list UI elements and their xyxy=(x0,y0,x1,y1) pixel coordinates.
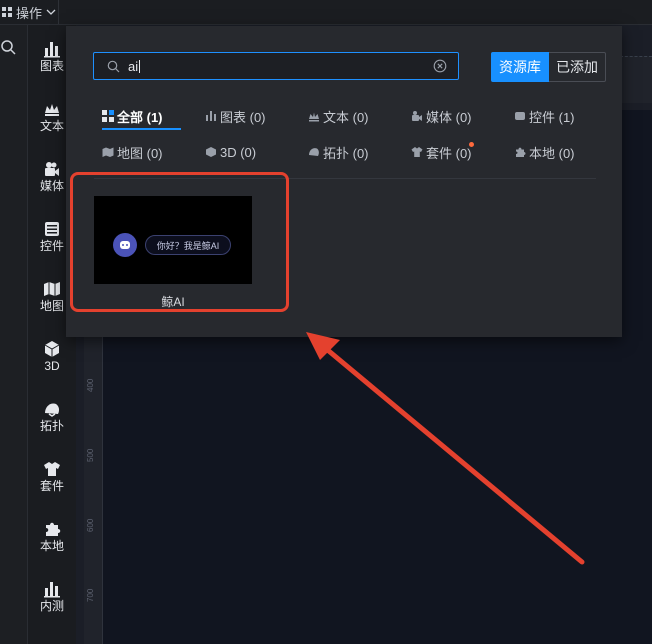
tab-local[interactable]: 本地 (0) xyxy=(514,143,575,161)
rail-item-beta[interactable]: 内测 xyxy=(28,577,76,629)
rail-item-local[interactable]: 本地 xyxy=(28,517,76,569)
crown-text-icon xyxy=(45,104,59,116)
ruler-label: 600 xyxy=(86,518,95,532)
tab-map[interactable]: 地图 (0) xyxy=(102,143,163,161)
rail-item-3d[interactable]: 3D xyxy=(28,337,76,389)
notification-dot xyxy=(469,142,474,147)
tab-kit[interactable]: 套件 (0) xyxy=(411,143,472,161)
tab-topology[interactable]: 拓扑 (0) xyxy=(308,143,369,161)
library-button[interactable]: 资源库 xyxy=(491,52,549,82)
chevron-down-icon xyxy=(46,9,56,15)
ruler-label: 700 xyxy=(86,588,95,602)
rail-item-kit[interactable]: 套件 xyxy=(28,457,76,509)
tab-label: 文本 (0) xyxy=(323,109,369,125)
annotation-arrow-icon xyxy=(306,332,585,565)
rail-item-label: 套件 xyxy=(39,479,64,493)
rail-item-label: 文本 xyxy=(39,119,64,133)
shirt-icon xyxy=(44,462,60,476)
tab-control[interactable]: 控件 (1) xyxy=(514,107,575,125)
bar-chart-icon xyxy=(44,582,60,598)
tab-label: 全部 (1) xyxy=(117,109,163,125)
tab-all[interactable]: 全部 (1) xyxy=(102,107,163,125)
grid-icon xyxy=(2,7,12,17)
search-input[interactable]: ai xyxy=(93,52,459,80)
ruler-label: 500 xyxy=(86,448,95,462)
topology-icon xyxy=(309,148,319,156)
media-icon xyxy=(412,111,422,121)
rail-item-label: 内测 xyxy=(39,599,64,613)
tab-label: 套件 (0) xyxy=(426,145,472,161)
operation-menu[interactable]: 操作 xyxy=(0,0,59,24)
rail-item-label: 拓扑 xyxy=(39,419,64,433)
tab-label: 地图 (0) xyxy=(117,145,163,161)
top-bar: 操作 xyxy=(0,0,652,25)
vertical-ruler: 400 500 600 700 xyxy=(84,330,103,644)
map-icon xyxy=(44,282,60,296)
puzzle-icon xyxy=(46,522,61,536)
rail-item-label: 图表 xyxy=(39,59,64,73)
cube-icon xyxy=(44,341,60,357)
menu-divider xyxy=(58,0,59,24)
search-icon[interactable] xyxy=(0,38,18,56)
ruler-label: 400 xyxy=(86,378,95,392)
bar-chart-icon xyxy=(206,111,216,121)
left-strip xyxy=(0,25,28,644)
added-button[interactable]: 已添加 xyxy=(549,52,606,82)
tab-label: 控件 (1) xyxy=(529,109,575,125)
search-input-value: ai xyxy=(128,59,141,74)
horizontal-ruler xyxy=(620,56,652,103)
rail-item-label: 地图 xyxy=(39,299,64,313)
tab-3d[interactable]: 3D (0) xyxy=(205,143,256,161)
control-icon xyxy=(515,112,525,120)
crown-text-icon xyxy=(309,112,319,122)
tab-text[interactable]: 文本 (0) xyxy=(308,107,369,125)
tab-label: 媒体 (0) xyxy=(426,109,472,125)
rail-item-label: 控件 xyxy=(39,239,64,253)
map-icon xyxy=(102,147,114,157)
tab-label: 3D (0) xyxy=(220,144,257,160)
grid-icon xyxy=(102,110,114,122)
rail-item-topology[interactable]: 拓扑 xyxy=(28,397,76,449)
shirt-icon xyxy=(411,147,423,157)
tab-label: 本地 (0) xyxy=(529,145,575,161)
cube-icon xyxy=(206,147,216,157)
tab-media[interactable]: 媒体 (0) xyxy=(411,107,472,125)
search-icon xyxy=(107,60,120,73)
video-camera-icon xyxy=(45,162,59,176)
tab-label: 图表 (0) xyxy=(220,109,266,125)
tab-label: 拓扑 (0) xyxy=(323,145,369,161)
clear-icon[interactable] xyxy=(433,59,447,73)
rail-item-label: 媒体 xyxy=(39,179,64,193)
bar-chart-icon xyxy=(44,42,60,58)
annotation-highlight-box xyxy=(70,172,289,312)
puzzle-icon xyxy=(516,147,526,157)
operation-menu-label: 操作 xyxy=(16,5,43,21)
rail-item-label: 本地 xyxy=(39,539,64,553)
topology-icon xyxy=(45,403,60,417)
control-list-icon xyxy=(45,222,59,236)
tab-chart[interactable]: 图表 (0) xyxy=(205,107,266,125)
rail-item-label: 3D xyxy=(44,359,60,373)
active-tab-indicator xyxy=(102,128,181,130)
